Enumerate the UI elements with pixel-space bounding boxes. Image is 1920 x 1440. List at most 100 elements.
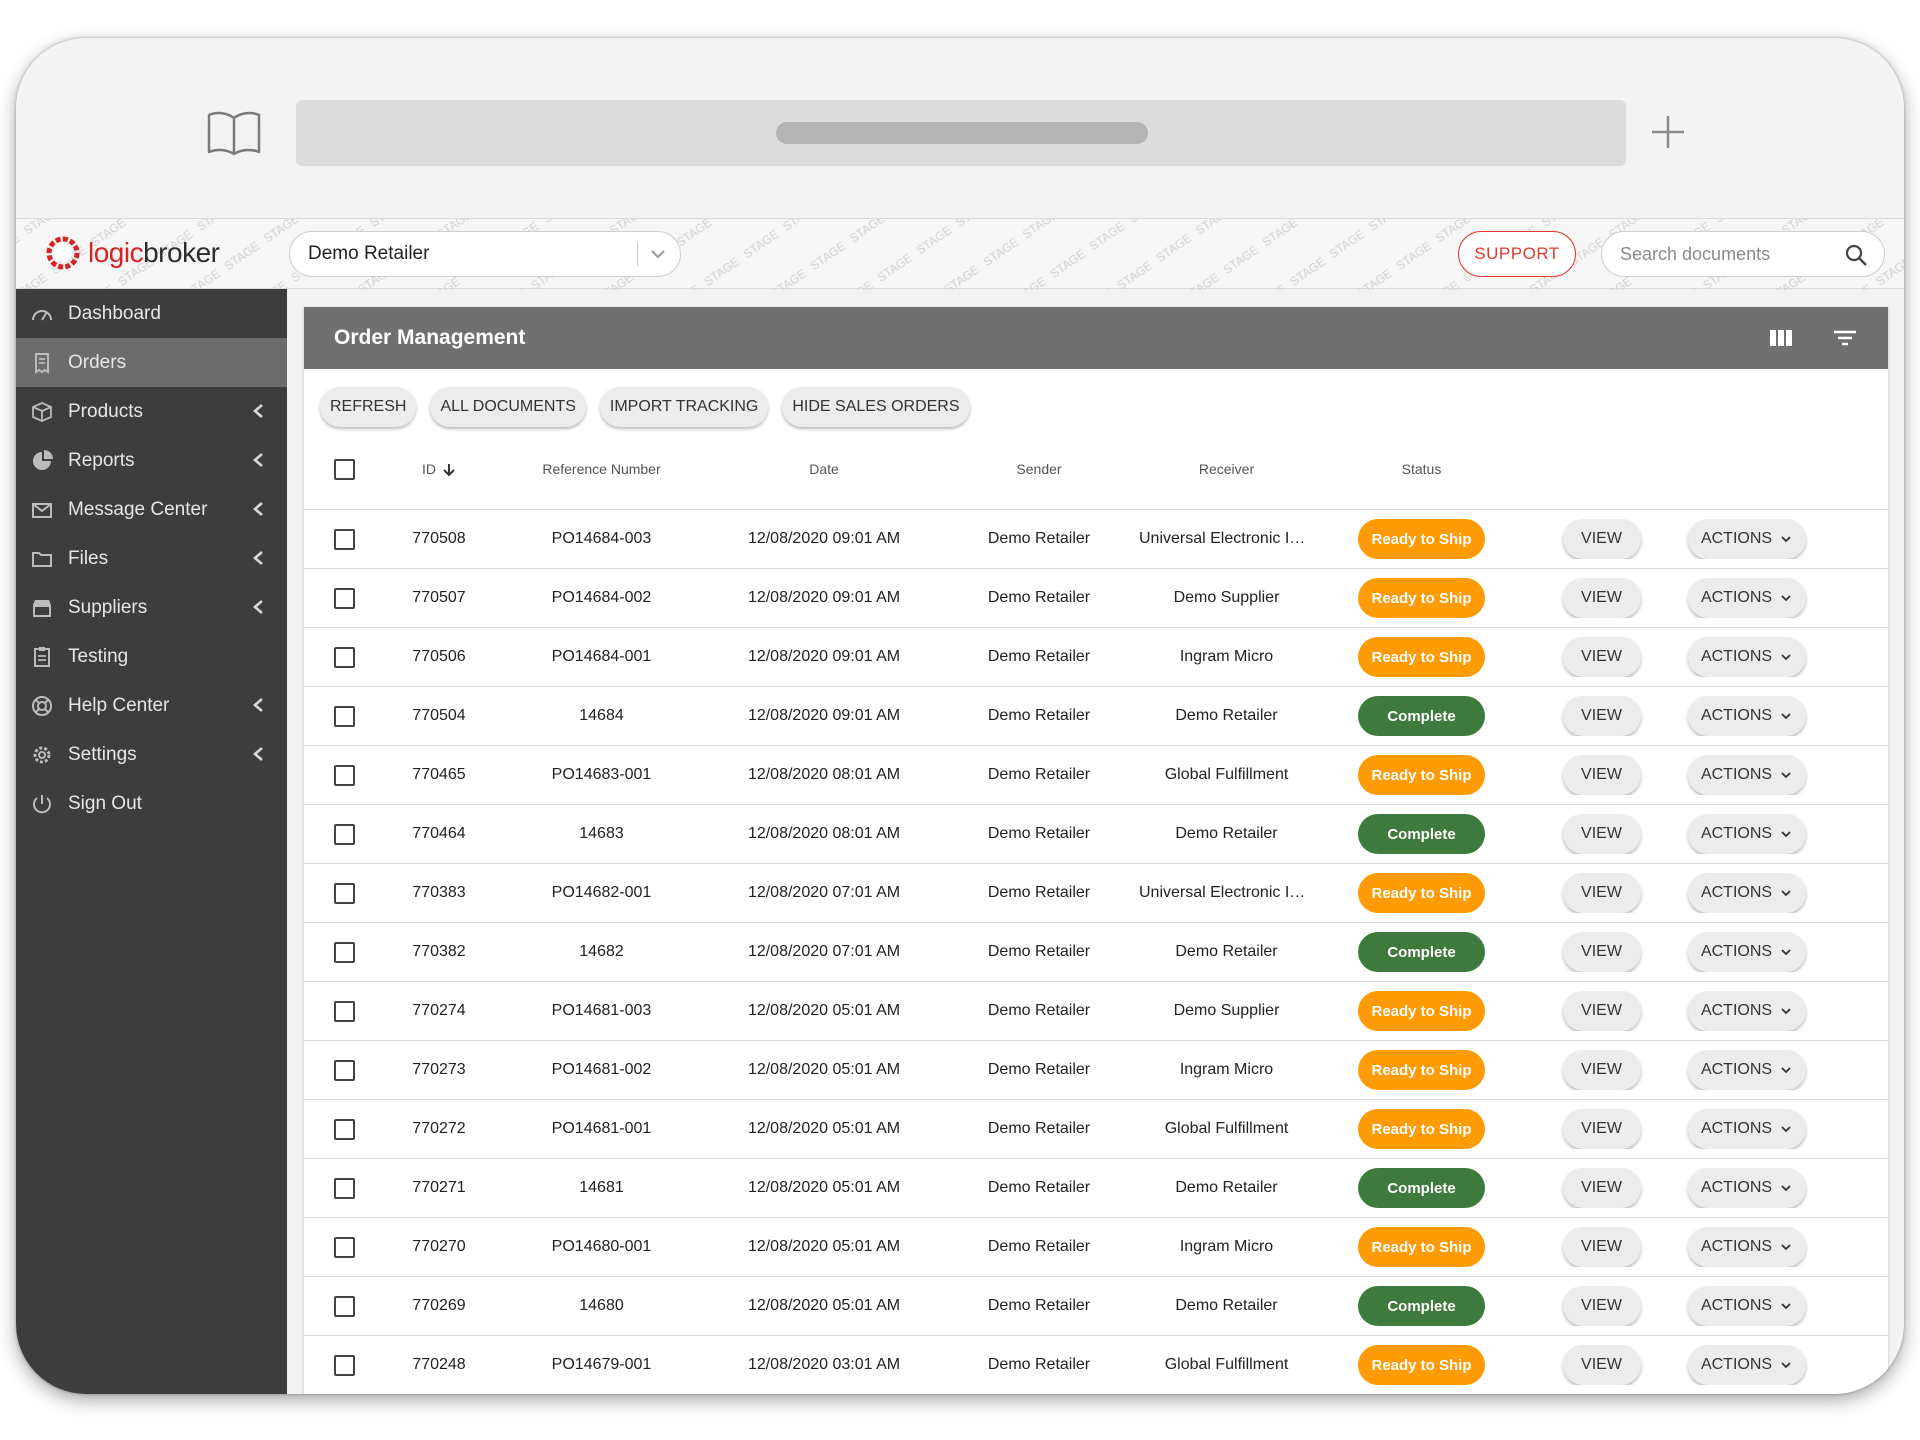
row-checkbox[interactable] bbox=[333, 705, 355, 727]
actions-button[interactable]: ACTIONS bbox=[1687, 637, 1806, 677]
cell-view: VIEW bbox=[1529, 1168, 1674, 1208]
table-row[interactable]: 770383 PO14682-001 12/08/2020 07:01 AM Demo… bbox=[304, 864, 1888, 923]
view-button[interactable]: VIEW bbox=[1562, 1227, 1641, 1267]
actions-button[interactable]: ACTIONS bbox=[1687, 1168, 1806, 1208]
sidebar-item-dashboard[interactable]: Dashboard bbox=[16, 289, 287, 338]
row-checkbox[interactable] bbox=[333, 587, 355, 609]
sidebar-item-message-center[interactable]: Message Center bbox=[16, 485, 287, 534]
view-button[interactable]: VIEW bbox=[1562, 991, 1641, 1031]
row-checkbox[interactable] bbox=[333, 1295, 355, 1317]
row-checkbox[interactable] bbox=[333, 823, 355, 845]
header-status[interactable]: Status bbox=[1314, 461, 1529, 477]
cell-status: Ready to Ship bbox=[1314, 1227, 1529, 1267]
view-button[interactable]: VIEW bbox=[1562, 1109, 1641, 1149]
row-checkbox[interactable] bbox=[333, 882, 355, 904]
search-icon[interactable] bbox=[1844, 243, 1868, 267]
view-button[interactable]: VIEW bbox=[1562, 1286, 1641, 1326]
row-checkbox[interactable] bbox=[333, 941, 355, 963]
view-button[interactable]: VIEW bbox=[1562, 932, 1641, 972]
row-checkbox[interactable] bbox=[333, 1177, 355, 1199]
sidebar-item-settings[interactable]: Settings bbox=[16, 730, 287, 779]
actions-button[interactable]: ACTIONS bbox=[1687, 1050, 1806, 1090]
row-checkbox[interactable] bbox=[333, 1059, 355, 1081]
sidebar-item-products[interactable]: Products bbox=[16, 387, 287, 436]
row-checkbox[interactable] bbox=[333, 1236, 355, 1258]
cell-view: VIEW bbox=[1529, 991, 1674, 1031]
view-button[interactable]: VIEW bbox=[1562, 1050, 1641, 1090]
table-row[interactable]: 770271 14681 12/08/2020 05:01 AM Demo Retai… bbox=[304, 1159, 1888, 1218]
book-icon[interactable] bbox=[206, 110, 262, 156]
select-all-checkbox[interactable] bbox=[333, 458, 355, 480]
header-sender[interactable]: Sender bbox=[939, 461, 1139, 477]
row-checkbox[interactable] bbox=[333, 764, 355, 786]
sidebar-item-suppliers[interactable]: Suppliers bbox=[16, 583, 287, 632]
sidebar-item-orders[interactable]: Orders bbox=[16, 338, 287, 387]
sidebar-item-reports[interactable]: Reports bbox=[16, 436, 287, 485]
view-button[interactable]: VIEW bbox=[1562, 1168, 1641, 1208]
row-checkbox[interactable] bbox=[333, 646, 355, 668]
table-row[interactable]: 770507 PO14684-002 12/08/2020 09:01 AM Demo… bbox=[304, 569, 1888, 628]
table-row[interactable]: 770508 PO14684-003 12/08/2020 09:01 AM Demo… bbox=[304, 510, 1888, 569]
header-id[interactable]: ID bbox=[384, 461, 494, 477]
header-date[interactable]: Date bbox=[709, 461, 939, 477]
table-row[interactable]: 770506 PO14684-001 12/08/2020 09:01 AM Demo… bbox=[304, 628, 1888, 687]
table-row[interactable]: 770382 14682 12/08/2020 07:01 AM Demo Retai… bbox=[304, 923, 1888, 982]
row-checkbox[interactable] bbox=[333, 1118, 355, 1140]
actions-button[interactable]: ACTIONS bbox=[1687, 991, 1806, 1031]
import-tracking-button[interactable]: IMPORT TRACKING bbox=[599, 387, 769, 427]
view-button[interactable]: VIEW bbox=[1562, 696, 1641, 736]
columns-icon[interactable] bbox=[1768, 327, 1794, 349]
actions-button[interactable]: ACTIONS bbox=[1687, 932, 1806, 972]
hide-sales-orders-button[interactable]: HIDE SALES ORDERS bbox=[782, 387, 970, 427]
actions-button[interactable]: ACTIONS bbox=[1687, 1227, 1806, 1267]
actions-button[interactable]: ACTIONS bbox=[1687, 1345, 1806, 1385]
chevron-down-icon bbox=[1781, 713, 1791, 720]
view-button[interactable]: VIEW bbox=[1562, 519, 1641, 559]
refresh-button[interactable]: REFRESH bbox=[320, 387, 417, 427]
view-button[interactable]: VIEW bbox=[1562, 755, 1641, 795]
table-row[interactable]: 770269 14680 12/08/2020 05:01 AM Demo Retai… bbox=[304, 1277, 1888, 1336]
view-button[interactable]: VIEW bbox=[1562, 1345, 1641, 1385]
row-checkbox[interactable] bbox=[333, 528, 355, 550]
table-row[interactable]: 770464 14683 12/08/2020 08:01 AM Demo Retai… bbox=[304, 805, 1888, 864]
actions-button[interactable]: ACTIONS bbox=[1687, 873, 1806, 913]
actions-button[interactable]: ACTIONS bbox=[1687, 1286, 1806, 1326]
logicbroker-logo[interactable]: logicbroker bbox=[44, 231, 220, 275]
sidebar-item-testing[interactable]: Testing bbox=[16, 632, 287, 681]
actions-button[interactable]: ACTIONS bbox=[1687, 519, 1806, 559]
header-reference-number[interactable]: Reference Number bbox=[494, 461, 709, 477]
sidebar-item-files[interactable]: Files bbox=[16, 534, 287, 583]
actions-button[interactable]: ACTIONS bbox=[1687, 814, 1806, 854]
view-button[interactable]: VIEW bbox=[1562, 578, 1641, 618]
sidebar-item-label: Testing bbox=[68, 645, 129, 667]
table-row[interactable]: 770273 PO14681-002 12/08/2020 05:01 AM Demo… bbox=[304, 1041, 1888, 1100]
sidebar-item-label: Suppliers bbox=[68, 596, 148, 618]
actions-button[interactable]: ACTIONS bbox=[1687, 755, 1806, 795]
row-checkbox[interactable] bbox=[333, 1354, 355, 1376]
view-button[interactable]: VIEW bbox=[1562, 873, 1641, 913]
actions-button[interactable]: ACTIONS bbox=[1687, 696, 1806, 736]
sidebar-item-sign-out[interactable]: Sign Out bbox=[16, 779, 287, 828]
view-button[interactable]: VIEW bbox=[1562, 814, 1641, 854]
actions-button[interactable]: ACTIONS bbox=[1687, 578, 1806, 618]
row-checkbox[interactable] bbox=[333, 1000, 355, 1022]
filter-icon[interactable] bbox=[1832, 327, 1858, 349]
all-documents-button[interactable]: ALL DOCUMENTS bbox=[430, 387, 586, 427]
view-button[interactable]: VIEW bbox=[1562, 637, 1641, 677]
table-row[interactable]: 770465 PO14683-001 12/08/2020 08:01 AM Demo… bbox=[304, 746, 1888, 805]
search-input[interactable] bbox=[1620, 243, 1830, 265]
new-tab-plus-icon[interactable] bbox=[1648, 112, 1688, 152]
retailer-select[interactable]: Demo Retailer bbox=[289, 231, 681, 277]
table-row[interactable]: 770504 14684 12/08/2020 09:01 AM Demo Retai… bbox=[304, 687, 1888, 746]
table-row[interactable]: 770270 PO14680-001 12/08/2020 05:01 AM Demo… bbox=[304, 1218, 1888, 1277]
sidebar-item-help-center[interactable]: Help Center bbox=[16, 681, 287, 730]
support-button[interactable]: SUPPORT bbox=[1458, 231, 1576, 277]
table-row[interactable]: 770272 PO14681-001 12/08/2020 05:01 AM Demo… bbox=[304, 1100, 1888, 1159]
address-bar[interactable] bbox=[296, 100, 1626, 166]
row-checkbox-cell bbox=[304, 1000, 384, 1022]
table-row[interactable]: 770248 PO14679-001 12/08/2020 03:01 AM Demo… bbox=[304, 1336, 1888, 1394]
app-header: STAGE logicbroker Demo Retailer SUPPORT bbox=[16, 218, 1904, 290]
table-row[interactable]: 770274 PO14681-003 12/08/2020 05:01 AM Demo… bbox=[304, 982, 1888, 1041]
header-receiver[interactable]: Receiver bbox=[1139, 461, 1314, 477]
actions-button[interactable]: ACTIONS bbox=[1687, 1109, 1806, 1149]
